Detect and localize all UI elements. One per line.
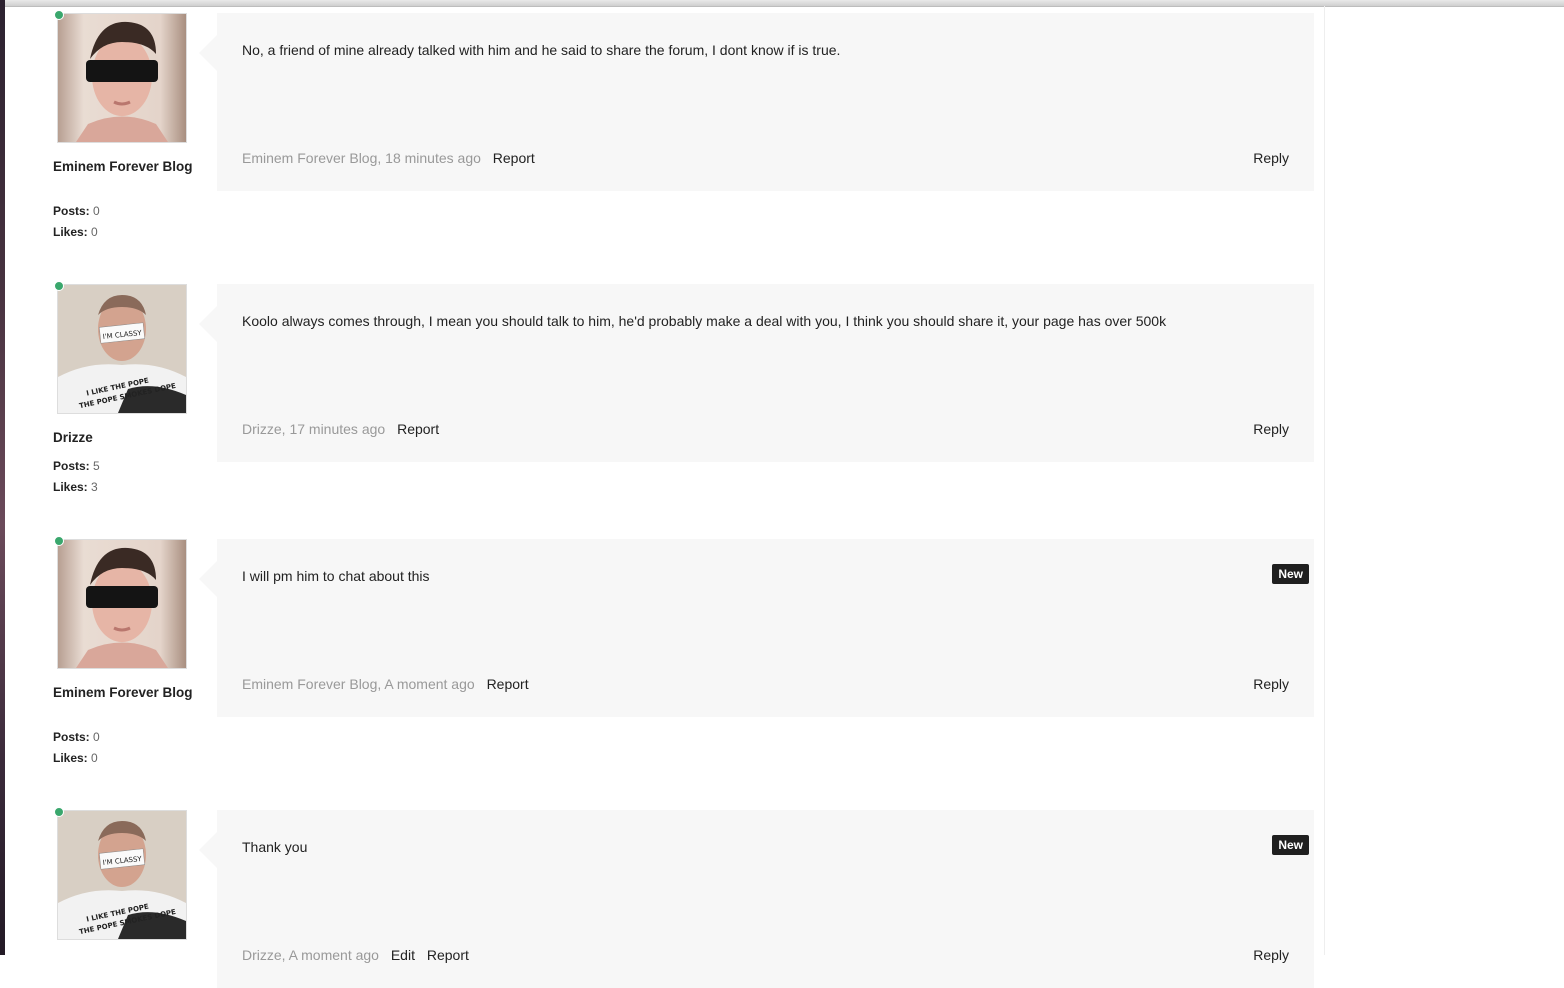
content-divider xyxy=(1324,6,1325,955)
report-link[interactable]: Report xyxy=(397,421,439,437)
post-message: I will pm him to chat about this xyxy=(242,568,430,584)
post-message: Thank you xyxy=(242,839,308,855)
post-bubble: New Thank you Drizze, A moment ago Edit … xyxy=(199,810,1314,988)
sunglasses-avatar-image xyxy=(58,14,186,142)
edit-link[interactable]: Edit xyxy=(391,947,415,963)
author-likes-count: Likes: 3 xyxy=(53,480,98,494)
post-author-time: Eminem Forever Blog, A moment ago xyxy=(242,676,475,692)
report-link[interactable]: Report xyxy=(487,676,529,692)
post-author-time: Drizze, 17 minutes ago xyxy=(242,421,386,437)
post-meta: Eminem Forever Blog, 18 minutes ago Repo… xyxy=(242,150,535,166)
browser-top-edge xyxy=(0,0,1564,7)
post-bubble: New I will pm him to chat about this Emi… xyxy=(199,539,1314,717)
author-likes-count: Likes: 0 xyxy=(53,751,98,765)
post-meta: Drizze, A moment ago Edit Report xyxy=(242,947,469,963)
author-name[interactable]: Eminem Forever Blog xyxy=(53,685,193,701)
post-meta: Drizze, 17 minutes ago Report xyxy=(242,421,439,437)
reply-link[interactable]: Reply xyxy=(1253,947,1289,963)
author-posts-count: Posts: 0 xyxy=(53,204,100,218)
avatar[interactable]: I'M CLASSY I LIKE THE POPE THE POPE SMOK… xyxy=(57,284,187,414)
post-meta: Eminem Forever Blog, A moment ago Report xyxy=(242,676,529,692)
post-author-time: Drizze, A moment ago xyxy=(242,947,379,963)
avatar[interactable]: I'M CLASSY I LIKE THE POPE THE POPE SMOK… xyxy=(57,810,187,940)
post-message: Koolo always comes through, I mean you s… xyxy=(242,313,1167,329)
taped-mouth-avatar-image: I'M CLASSY I LIKE THE POPE THE POPE SMOK… xyxy=(58,811,186,939)
online-status-dot xyxy=(54,807,64,817)
post-bubble: Koolo always comes through, I mean you s… xyxy=(199,284,1314,462)
post-author-time: Eminem Forever Blog, 18 minutes ago xyxy=(242,150,481,166)
online-status-dot xyxy=(54,281,64,291)
author-name[interactable]: Eminem Forever Blog xyxy=(53,159,193,175)
report-link[interactable]: Report xyxy=(427,947,469,963)
avatar[interactable] xyxy=(57,539,187,669)
new-badge: New xyxy=(1272,564,1309,584)
reply-link[interactable]: Reply xyxy=(1253,676,1289,692)
online-status-dot xyxy=(54,536,64,546)
reply-link[interactable]: Reply xyxy=(1253,150,1289,166)
author-posts-count: Posts: 5 xyxy=(53,459,100,473)
author-name[interactable]: Drizze xyxy=(53,430,193,446)
taped-mouth-avatar-image: I'M CLASSY I LIKE THE POPE THE POPE SMOK… xyxy=(58,285,186,413)
page-background-strip xyxy=(0,0,5,955)
avatar[interactable] xyxy=(57,13,187,143)
report-link[interactable]: Report xyxy=(493,150,535,166)
post-message: No, a friend of mine already talked with… xyxy=(242,42,841,58)
post-bubble: No, a friend of mine already talked with… xyxy=(199,13,1314,191)
sunglasses-avatar-image xyxy=(58,540,186,668)
reply-link[interactable]: Reply xyxy=(1253,421,1289,437)
author-posts-count: Posts: 0 xyxy=(53,730,100,744)
online-status-dot xyxy=(54,10,64,20)
new-badge: New xyxy=(1272,835,1309,855)
author-likes-count: Likes: 0 xyxy=(53,225,98,239)
